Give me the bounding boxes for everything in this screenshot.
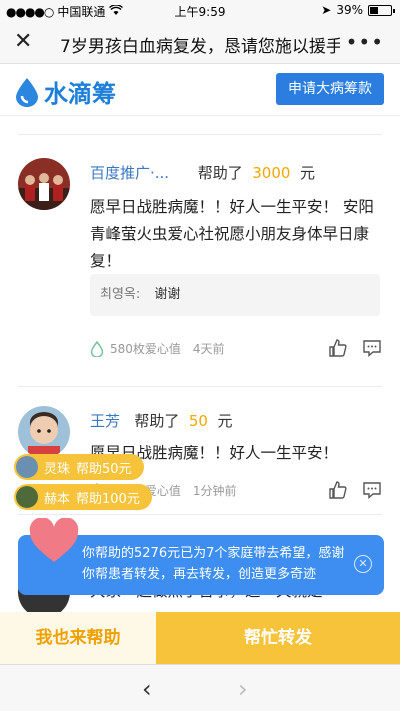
entry-actions [328, 338, 382, 358]
donor-line: 王芳 帮助了 50 元 [90, 410, 233, 431]
donor-line: 百度推广·... 帮助了 3000 元 [90, 162, 315, 183]
entry-time: 4天前 [192, 342, 225, 356]
toast-text: 你帮助的5276元已为7个家庭带去希望，感谢你帮患者转发，再去转发，创造更多奇迹 [82, 546, 345, 582]
share-button[interactable]: 帮忙转发 [156, 612, 400, 664]
divider [18, 134, 382, 135]
divider [18, 386, 382, 387]
chip-text: 帮助50元 [76, 461, 132, 477]
donor-message: 愿早日战胜病魔！！好人一生平安！ 安阳青峰萤火虫爱心社祝愿小朋友身体早日康复！ [90, 198, 374, 270]
battery-icon [368, 4, 395, 16]
donor-name[interactable]: 百度推广·... [90, 164, 169, 182]
donor-chip: 赫本 帮助100元 [14, 484, 152, 510]
helped-label: 帮助了 [134, 412, 180, 430]
entry-actions [328, 480, 382, 500]
bottom-actions: 我也来帮助 帮忙转发 [0, 612, 400, 664]
avatar[interactable] [18, 158, 70, 210]
browser-toolbar: ‹ › [0, 664, 400, 711]
comment-icon[interactable] [362, 480, 382, 500]
reply-text: 谢谢 [154, 287, 181, 302]
status-right: ➤ 39% [321, 3, 395, 17]
help-too-button[interactable]: 我也来帮助 [0, 612, 156, 664]
heart-icon [29, 518, 79, 562]
chip-text: 帮助100元 [76, 491, 140, 507]
chip-name: 赫本 [44, 491, 71, 507]
logo-text: 水滴筹 [44, 80, 116, 108]
location-icon: ➤ [321, 3, 332, 17]
water-drop-icon [16, 77, 38, 107]
love-value: 580枚爱心值 [110, 342, 181, 356]
donor-name[interactable]: 王芳 [90, 412, 120, 430]
entry-meta: 580枚爱心值 4天前 [90, 340, 225, 357]
status-bar: ●●●●○ 中国联通 上午9:59 ➤ 39% [0, 0, 400, 22]
donation-amount: 50 [188, 412, 208, 430]
nav-bar: ✕ 7岁男孩白血病复发，恳请您施以援手 ••• [0, 22, 400, 64]
more-icon[interactable]: ••• [346, 30, 384, 54]
reply-author: 최영옥: [100, 287, 141, 302]
entry-time: 1分钟前 [192, 484, 237, 498]
currency-unit: 元 [299, 164, 315, 182]
currency-unit: 元 [217, 412, 233, 430]
forward-arrow-icon[interactable]: › [238, 675, 248, 703]
donor-chip: 灵珠 帮助50元 [14, 454, 144, 480]
chip-name: 灵珠 [44, 461, 71, 477]
apply-fundraise-button[interactable]: 申请大病筹款 [276, 73, 384, 105]
comment-icon[interactable] [362, 338, 382, 358]
like-icon[interactable] [328, 338, 348, 358]
like-icon[interactable] [328, 480, 348, 500]
page-title: 7岁男孩白血病复发，恳请您施以援手 [60, 37, 340, 57]
close-toast-icon[interactable]: ✕ [354, 555, 372, 573]
close-icon[interactable]: ✕ [14, 30, 32, 54]
love-drop-icon [90, 340, 104, 357]
chip-avatar [16, 486, 38, 508]
avatar[interactable] [18, 406, 70, 458]
chip-avatar [16, 456, 38, 478]
helped-label: 帮助了 [197, 164, 243, 182]
donation-amount: 3000 [252, 164, 291, 182]
reply-box: 최영옥: 谢谢 [90, 274, 380, 316]
brand-header: 水滴筹 申请大病筹款 [0, 64, 400, 116]
back-arrow-icon[interactable]: ‹ [142, 675, 152, 703]
divider [18, 514, 382, 515]
battery-percent: 39% [336, 3, 363, 17]
brand-logo[interactable]: 水滴筹 [14, 74, 116, 109]
